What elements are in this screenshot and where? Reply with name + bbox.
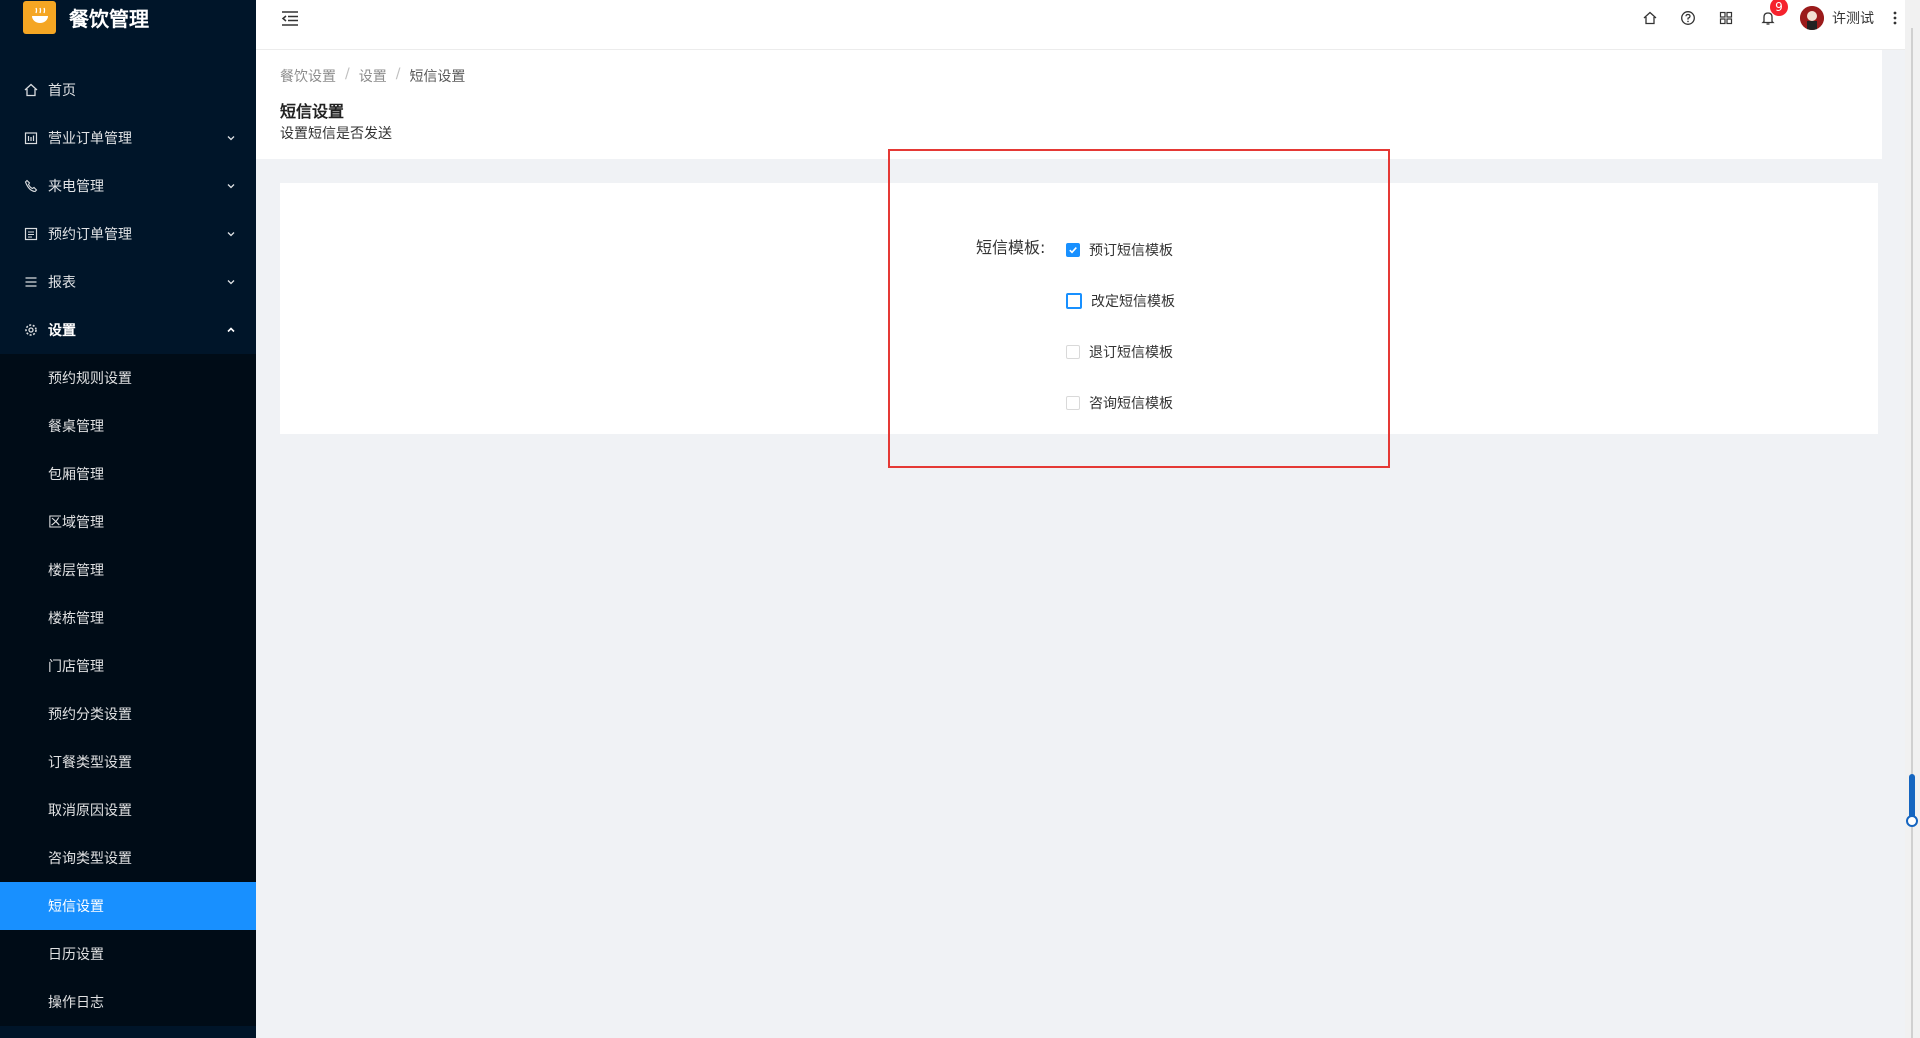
sidebar-item-cancel-reasons[interactable]: 取消原因设置 bbox=[0, 786, 256, 834]
sidebar-item-sms-settings[interactable]: 短信设置 bbox=[0, 882, 256, 930]
checkbox-modify-sms[interactable]: 改定短信模板 bbox=[1066, 291, 1175, 311]
checkbox-reservation-sms[interactable]: 预订短信模板 bbox=[1066, 240, 1173, 260]
menu-icon bbox=[24, 275, 38, 289]
breadcrumb-separator: / bbox=[395, 66, 401, 82]
checkbox-checked-icon[interactable] bbox=[1066, 243, 1080, 257]
chevron-down-icon bbox=[226, 210, 236, 258]
checkbox-label: 预订短信模板 bbox=[1089, 243, 1173, 259]
sidebar-item-tables[interactable]: 餐桌管理 bbox=[0, 402, 256, 450]
breadcrumb-separator: / bbox=[345, 66, 350, 82]
sidebar-item-areas[interactable]: 区域管理 bbox=[0, 498, 256, 546]
sidebar-item-label: 首页 bbox=[48, 83, 76, 99]
checkbox-cancel-sms[interactable]: 退订短信模板 bbox=[1066, 342, 1173, 362]
settings-submenu: 预约规则设置 餐桌管理 包厢管理 区域管理 楼层管理 楼栋管理 门店管理 预约分… bbox=[0, 354, 256, 1026]
sidebar-item-label: 报表 bbox=[48, 275, 76, 291]
checkbox-icon[interactable] bbox=[1066, 345, 1080, 359]
list-icon bbox=[24, 227, 38, 241]
sidebar-item-business-orders[interactable]: 营业订单管理 bbox=[0, 114, 256, 162]
phone-icon bbox=[24, 179, 38, 193]
sidebar-item-calls[interactable]: 来电管理 bbox=[0, 162, 256, 210]
scrollbar[interactable] bbox=[1905, 0, 1920, 1038]
top-header: 9 许测试 bbox=[256, 0, 1920, 50]
chevron-down-icon bbox=[226, 114, 236, 162]
chevron-down-icon bbox=[226, 258, 236, 306]
checkbox-label: 退订短信模板 bbox=[1089, 345, 1173, 361]
notification-badge: 9 bbox=[1770, 0, 1788, 16]
chevron-up-icon bbox=[226, 306, 236, 354]
sidebar-item-label: 设置 bbox=[48, 323, 76, 339]
sidebar-item-label: 预约订单管理 bbox=[48, 227, 132, 243]
sidebar-item-calendar[interactable]: 日历设置 bbox=[0, 930, 256, 978]
bell-icon[interactable]: 9 bbox=[1758, 0, 1788, 28]
scroll-track bbox=[1911, 28, 1913, 1038]
apps-icon[interactable] bbox=[1716, 8, 1736, 28]
username[interactable]: 许测试 bbox=[1832, 8, 1874, 28]
scroll-knob[interactable] bbox=[1906, 815, 1918, 827]
more-vertical-icon[interactable] bbox=[1892, 8, 1898, 28]
menu-fold-icon[interactable] bbox=[280, 8, 302, 30]
bowl-icon bbox=[23, 0, 56, 34]
gear-icon bbox=[24, 323, 38, 337]
sidebar-item-reservation-rules[interactable]: 预约规则设置 bbox=[0, 354, 256, 402]
sidebar-item-reservation-categories[interactable]: 预约分类设置 bbox=[0, 690, 256, 738]
sidebar: 餐饮管理 首页 营业订单管理 来电管理 预约订单管理 报表 设置 预约规则设置 … bbox=[0, 0, 256, 1038]
sidebar-item-consult-types[interactable]: 咨询类型设置 bbox=[0, 834, 256, 882]
sidebar-item-private-rooms[interactable]: 包厢管理 bbox=[0, 450, 256, 498]
sidebar-item-buildings[interactable]: 楼栋管理 bbox=[0, 594, 256, 642]
sidebar-menu: 首页 营业订单管理 来电管理 预约订单管理 报表 设置 预约规则设置 餐桌管理 … bbox=[0, 66, 256, 1026]
chevron-down-icon bbox=[226, 162, 236, 210]
avatar[interactable] bbox=[1800, 6, 1824, 30]
header-actions: 9 许测试 bbox=[1622, 0, 1898, 36]
page-title: 短信设置 bbox=[280, 102, 345, 121]
sidebar-item-label: 营业订单管理 bbox=[48, 131, 132, 147]
help-icon[interactable] bbox=[1678, 8, 1698, 28]
breadcrumb-item[interactable]: 设置 bbox=[359, 66, 387, 86]
logo[interactable]: 餐饮管理 bbox=[0, 0, 256, 40]
sidebar-item-reservation-orders[interactable]: 预约订单管理 bbox=[0, 210, 256, 258]
breadcrumb-item[interactable]: 餐饮设置 bbox=[280, 66, 336, 86]
sidebar-item-settings[interactable]: 设置 bbox=[0, 306, 256, 354]
home-icon[interactable] bbox=[1640, 8, 1660, 28]
checkbox-icon[interactable] bbox=[1066, 293, 1082, 309]
page-description: 设置短信是否发送 bbox=[280, 126, 392, 142]
checkbox-label: 咨询短信模板 bbox=[1089, 396, 1173, 412]
sidebar-item-label: 来电管理 bbox=[48, 179, 104, 195]
sidebar-item-order-types[interactable]: 订餐类型设置 bbox=[0, 738, 256, 786]
sidebar-item-stores[interactable]: 门店管理 bbox=[0, 642, 256, 690]
checkbox-icon[interactable] bbox=[1066, 396, 1080, 410]
breadcrumb: 餐饮设置 / 设置 / 短信设置 bbox=[280, 66, 465, 86]
sms-template-label: 短信模板: bbox=[976, 238, 1046, 257]
page-header: 餐饮设置 / 设置 / 短信设置 短信设置 设置短信是否发送 bbox=[256, 50, 1882, 159]
sidebar-item-home[interactable]: 首页 bbox=[0, 66, 256, 114]
checkbox-label: 改定短信模板 bbox=[1091, 294, 1175, 310]
home-icon bbox=[24, 83, 38, 97]
sidebar-item-reports[interactable]: 报表 bbox=[0, 258, 256, 306]
sidebar-item-operation-log[interactable]: 操作日志 bbox=[0, 978, 256, 1026]
checkbox-consult-sms[interactable]: 咨询短信模板 bbox=[1066, 393, 1173, 413]
app-title: 餐饮管理 bbox=[69, 6, 149, 31]
sidebar-item-floors[interactable]: 楼层管理 bbox=[0, 546, 256, 594]
calendar-icon bbox=[24, 131, 38, 145]
breadcrumb-item-current: 短信设置 bbox=[409, 69, 466, 85]
